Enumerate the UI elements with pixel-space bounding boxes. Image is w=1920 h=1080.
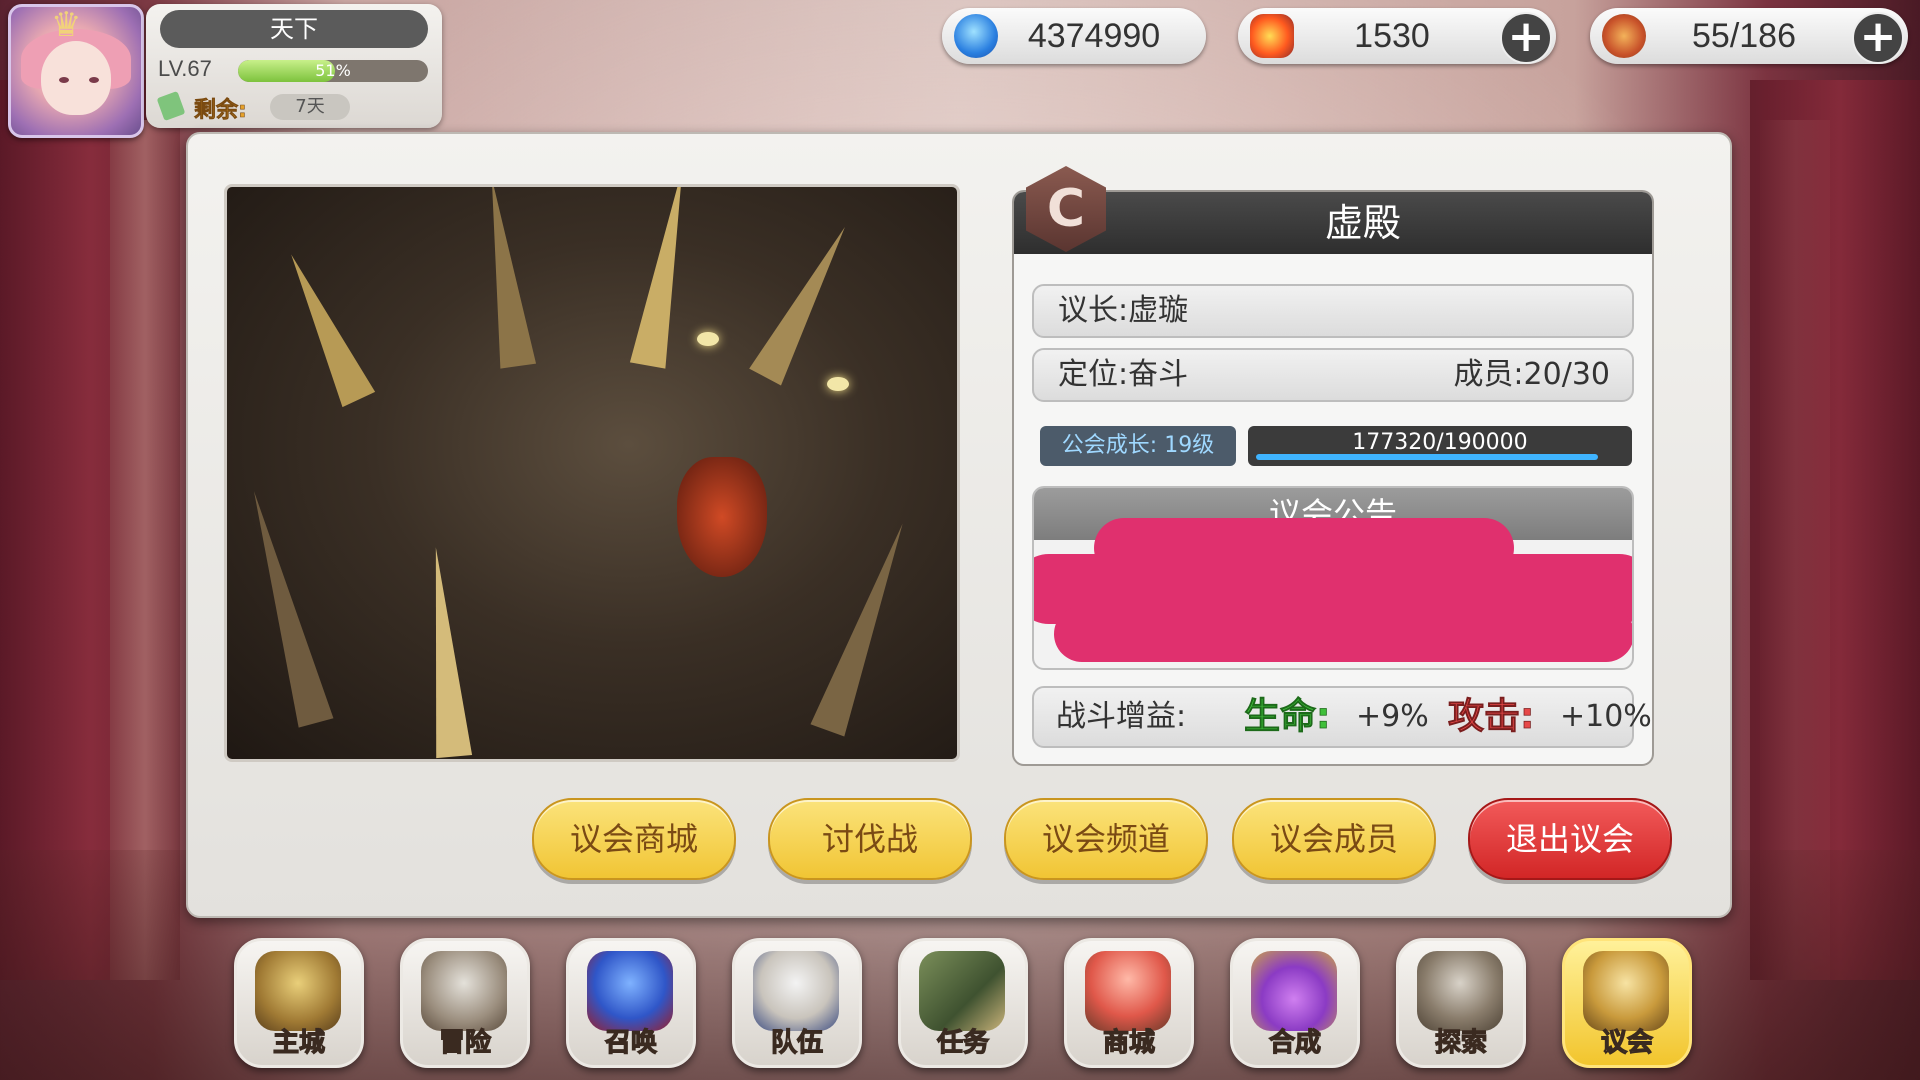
background-curtain-right [1750,80,1920,980]
guild-shop-button[interactable]: 议会商城 [532,798,736,880]
nav-main-city[interactable]: 主城 [234,938,364,1068]
nav-label: 合成 [1268,1027,1321,1058]
guild-growth-level: 公会成长: 19级 [1040,426,1236,466]
leave-guild-button[interactable]: 退出议会 [1468,798,1672,880]
attack-label: 攻击: [1448,696,1535,738]
guild-emblem-artwork [224,184,960,762]
guild-crest-icon [1583,951,1669,1031]
guild-position-row: 定位:奋斗 成员:20/30 [1032,348,1634,402]
nav-label: 冒险 [438,1027,491,1058]
shop-tree-icon [1085,951,1171,1031]
artwork-spike [629,187,701,369]
player-name: 天下 [160,10,428,48]
hp-value: +9% [1356,699,1429,734]
artwork-maw [677,457,767,577]
remain-label: 剩余: [194,98,247,124]
nav-label: 任务 [936,1027,989,1058]
guild-notice-box: 议会公告 [1032,486,1634,670]
avatar-face [41,41,111,115]
ticket-icon [156,90,186,122]
guild-growth-progress: 177320/190000 [1352,430,1528,455]
artwork-spike [236,486,334,728]
currency-stamina: 55/186 + [1590,8,1908,64]
nav-label: 议会 [1600,1027,1653,1058]
winged-emblem-icon [753,951,839,1031]
nav-label: 召唤 [604,1027,657,1058]
crown-icon: ♛ [51,5,82,45]
artwork-spike [810,517,920,737]
player-level: LV.67 [158,56,212,81]
guild-panel: 虚殿 C 议长:虚璇 定位:奋斗 成员:20/30 公会成长: 19级 1773… [186,132,1732,918]
add-stamina-plus-icon[interactable]: + [1852,12,1904,64]
guild-name: 虚殿 [1324,201,1401,245]
summon-card-icon [587,951,673,1031]
hotdog-stamina-icon [1602,14,1646,58]
guild-channel-button[interactable]: 议会频道 [1004,798,1208,880]
crossed-swords-icon [421,951,507,1031]
nav-label: 探索 [1434,1027,1487,1058]
nav-adventure[interactable]: 冒险 [400,938,530,1068]
xp-bar: 51% [238,60,428,82]
quest-book-icon [919,951,1005,1031]
guild-info-card: 虚殿 C 议长:虚璇 定位:奋斗 成员:20/30 公会成长: 19级 1773… [1012,166,1654,766]
blue-flame-gem-icon [954,14,998,58]
artwork-eye-left [697,332,719,346]
crusade-button[interactable]: 讨伐战 [768,798,972,880]
guild-title-bar: 虚殿 [1014,192,1652,254]
guild-leader: 议长:虚璇 [1058,293,1189,328]
player-avatar[interactable]: ♛ [8,4,144,138]
nav-label: 队伍 [770,1027,823,1058]
guild-members-count: 成员:20/30 [1453,357,1610,392]
fire-crest-icon [1250,14,1294,58]
guild-leader-row: 议长:虚璇 [1032,284,1634,338]
artwork-spike [473,187,537,369]
currency-gems: 4374990 [942,8,1206,64]
remain-value: 7天 [270,94,350,120]
artwork-eye-right [827,377,849,391]
artwork-spike [749,218,861,386]
xp-percent: 51% [315,61,351,80]
potion-flask-icon [1251,951,1337,1031]
currency-stamina-value: 55/186 [1692,17,1796,55]
player-profile-card: 天下 LV.67 51% 剩余: 7天 [146,4,442,128]
nav-label: 主城 [272,1027,325,1058]
battle-buff-label: 战斗增益: [1056,699,1187,734]
shovel-icon [1417,951,1503,1031]
nav-summon[interactable]: 召唤 [566,938,696,1068]
nav-craft[interactable]: 合成 [1230,938,1360,1068]
avatar-eye-left [59,77,69,83]
artwork-spike [274,246,376,408]
currency-gems-value: 4374990 [1027,17,1161,55]
guild-position: 定位:奋斗 [1058,357,1189,392]
guild-battle-buff-row: 战斗增益: 生命: +9% 攻击: +10% [1032,686,1652,748]
guild-growth-bar: 177320/190000 [1248,426,1632,466]
attack-value: +10% [1560,699,1652,734]
nav-shop[interactable]: 商城 [1064,938,1194,1068]
nav-team[interactable]: 队伍 [732,938,862,1068]
avatar-eye-right [89,77,99,83]
crown-castle-icon [255,951,341,1031]
nav-label: 商城 [1102,1027,1155,1058]
currency-fire-value: 1530 [1354,17,1430,55]
guild-members-button[interactable]: 议会成员 [1232,798,1436,880]
nav-quest[interactable]: 任务 [898,938,1028,1068]
nav-explore[interactable]: 探索 [1396,938,1526,1068]
currency-fire: 1530 + [1238,8,1556,64]
artwork-spike [417,545,473,759]
hp-label: 生命: [1244,696,1331,738]
censor-mark [1054,606,1632,662]
add-fire-plus-icon[interactable]: + [1500,12,1552,64]
nav-guild[interactable]: 议会 [1562,938,1692,1068]
